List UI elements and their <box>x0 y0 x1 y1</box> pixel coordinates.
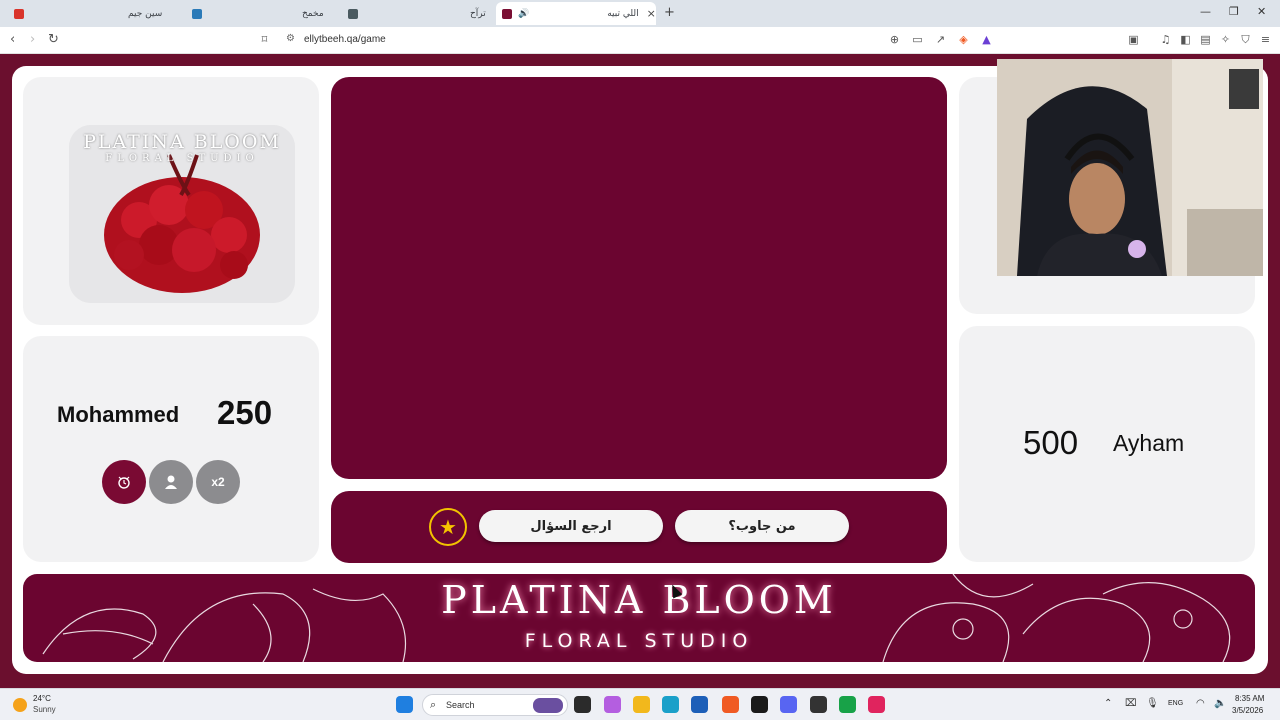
taskbar-search[interactable]: ⌕ Search <box>422 694 568 716</box>
store-icon[interactable] <box>691 696 708 713</box>
sponsor-logo-image: PLATINA BLOOM FLORAL STUDIO <box>69 125 295 303</box>
search-highlight-image <box>533 698 563 713</box>
vpn-icon[interactable]: ⛉ <box>1239 33 1252 46</box>
close-window-button[interactable]: ✕ <box>1257 5 1266 18</box>
tray-chevron-icon[interactable]: ⌃ <box>1104 698 1112 709</box>
tab-title: سين جيم <box>128 8 163 19</box>
task-view-icon[interactable] <box>574 696 591 713</box>
minimize-button[interactable]: — <box>1200 5 1211 18</box>
tab-ellytbeeh[interactable]: 🔊 اللي تبيه × <box>496 2 656 25</box>
leo-ai-icon[interactable]: ✧ <box>1219 33 1232 46</box>
webcam-overlay <box>997 59 1263 276</box>
reader-icon[interactable]: ▣ <box>1127 33 1140 46</box>
tab-sin-jeem[interactable] <box>8 2 30 25</box>
menu-icon[interactable]: ≡ <box>1259 33 1272 46</box>
alarm-icon <box>118 476 130 489</box>
bookmark-icon[interactable]: ⌑ <box>258 33 271 46</box>
tab-title: اللي تبيه <box>607 8 639 19</box>
streamer-webcam-image <box>997 59 1263 276</box>
question-area <box>331 77 947 479</box>
tab-sin-jeem-title[interactable]: سين جيم <box>110 2 260 25</box>
browser-toolbar: ‹ › ↻ ⌑ ⚙ ellytbeeh.qa/game ⊕ ▭ ↗ ◈ ▲ ▣ … <box>0 27 1280 54</box>
tab-favicon <box>14 8 24 19</box>
music-icon[interactable]: ♫ <box>1159 33 1172 46</box>
star-button[interactable]: ★ <box>429 508 467 546</box>
tray-volume-icon[interactable]: 🔈 <box>1214 698 1226 709</box>
brave-icon[interactable] <box>722 696 739 713</box>
clock-date[interactable]: 3/5/2026 <box>1232 706 1263 715</box>
team-left-score: 250 <box>217 394 273 431</box>
star-icon: ★ <box>439 515 457 539</box>
obs-icon[interactable] <box>751 696 768 713</box>
helper-double-button[interactable]: x2 <box>196 460 240 504</box>
sponsor-logo-title: PLATINA BLOOM <box>83 131 281 153</box>
windows-taskbar: 24°C Sunny ⌕ Search ⌃ ⌧ 🎙 ENG ◠ 🔈 8:35 A… <box>0 688 1280 720</box>
brave-shield-icon[interactable]: ◈ <box>957 33 970 46</box>
copilot-icon[interactable] <box>604 696 621 713</box>
team-right-score: 500 <box>1023 424 1079 461</box>
helper-alarm-button[interactable] <box>102 460 146 504</box>
sponsor-logo-subtitle: FLORAL STUDIO <box>105 153 259 164</box>
wallet-icon[interactable]: ▤ <box>1199 33 1212 46</box>
weather-sun-icon[interactable] <box>13 698 27 712</box>
weather-condition[interactable]: Sunny <box>33 705 56 714</box>
file-explorer-icon[interactable] <box>633 696 650 713</box>
team-right-card: 500 Ayham <box>959 326 1255 562</box>
site-info-icon[interactable]: ⚙ <box>286 33 295 44</box>
address-bar[interactable]: ellytbeeh.qa/game <box>304 34 386 45</box>
banner-title: PLATINA BLOOM <box>441 578 837 622</box>
tiktok-icon[interactable] <box>868 696 885 713</box>
browser-tab-strip: سين جيم مخمخ ترآح 🔊 اللي تبيه × + — ❐ ✕ <box>0 0 1280 27</box>
sidebar-icon[interactable]: ◧ <box>1179 33 1192 46</box>
share-icon[interactable]: ↗ <box>934 33 947 46</box>
person-icon <box>165 475 177 489</box>
start-icon[interactable] <box>396 696 413 713</box>
sponsor-banner: PLATINA BLOOM FLORAL STUDIO <box>23 574 1255 662</box>
tab-favicon <box>347 8 358 19</box>
sponsor-card: PLATINA BLOOM FLORAL STUDIO <box>23 77 319 325</box>
back-to-question-button[interactable]: ارجع السؤال <box>479 510 663 542</box>
tab-tara[interactable]: ترآح <box>460 2 496 25</box>
tab-mukhmukh[interactable]: مخمخ <box>290 2 460 25</box>
cast-icon[interactable]: ▭ <box>911 33 924 46</box>
team-left-card: Mohammed 250 x2 <box>23 336 319 562</box>
tray-network-icon[interactable]: ⌧ <box>1125 698 1137 709</box>
search-placeholder: Search <box>446 700 475 710</box>
reload-button[interactable]: ↻ <box>48 32 59 47</box>
back-button[interactable]: ‹ <box>10 32 15 47</box>
discord-icon[interactable] <box>780 696 797 713</box>
new-tab-button[interactable]: + <box>664 5 675 20</box>
weather-temperature[interactable]: 24°C <box>33 694 51 703</box>
team-left-name: Mohammed <box>57 402 180 427</box>
who-answered-button[interactable]: من جاوب؟ <box>675 510 849 542</box>
xbox-icon[interactable] <box>839 696 856 713</box>
restore-button[interactable]: ❐ <box>1229 5 1239 18</box>
tray-mic-icon[interactable]: 🎙 <box>1146 698 1159 709</box>
audio-icon[interactable]: 🔊 <box>518 9 529 19</box>
tab-title: مخمخ <box>302 8 324 19</box>
controls-bar: ★ ارجع السؤال من جاوب؟ <box>331 491 947 563</box>
language-indicator[interactable]: ENG <box>1168 700 1183 707</box>
tray-wifi-icon[interactable]: ◠ <box>1196 698 1205 709</box>
close-icon[interactable]: × <box>647 7 656 20</box>
clock-time[interactable]: 8:35 AM <box>1235 694 1264 703</box>
brave-rewards-icon[interactable]: ▲ <box>980 33 993 46</box>
tab-favicon <box>192 8 203 19</box>
team-right-name: Ayham <box>1113 430 1185 456</box>
search-icon: ⌕ <box>430 698 437 711</box>
edge-icon[interactable] <box>662 696 679 713</box>
zoom-icon[interactable]: ⊕ <box>888 33 901 46</box>
tab-title: ترآح <box>470 8 486 19</box>
app-icon[interactable] <box>810 696 827 713</box>
forward-button[interactable]: › <box>30 32 35 47</box>
banner-subtitle: FLORAL STUDIO <box>524 630 754 652</box>
helper-person-button[interactable] <box>149 460 193 504</box>
tab-favicon <box>502 8 512 19</box>
